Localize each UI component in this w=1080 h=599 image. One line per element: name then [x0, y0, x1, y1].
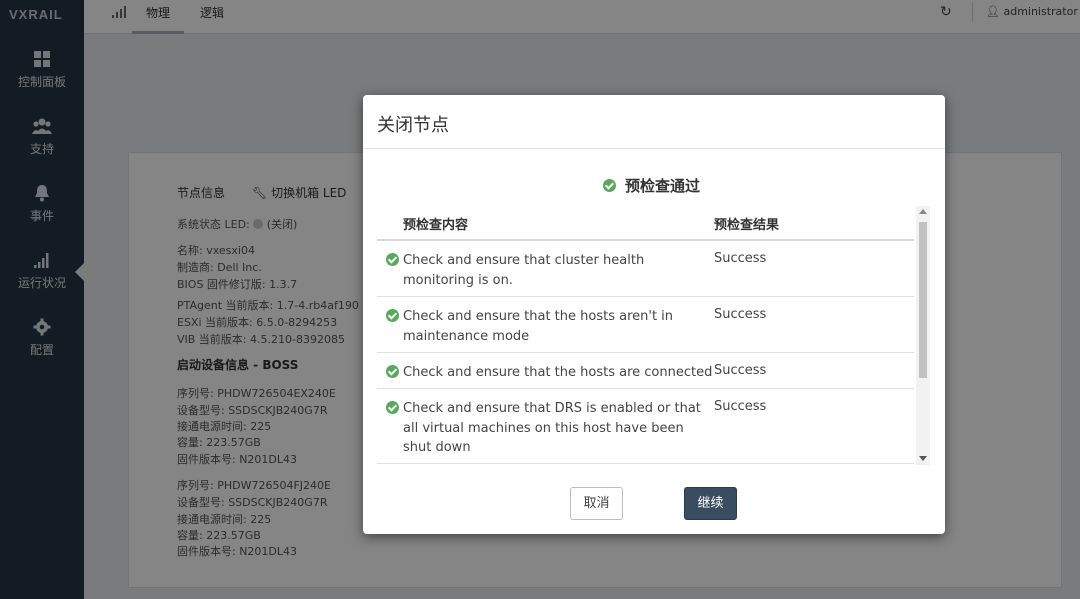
cancel-button[interactable]: 取消 — [570, 487, 623, 520]
continue-button[interactable]: 继续 — [684, 487, 737, 520]
check-circle-icon — [386, 253, 399, 266]
check-circle-icon — [603, 179, 616, 192]
check-description: Check and ensure that cluster health mon… — [403, 253, 645, 288]
table-row: Check and ensure that DRS is enabled or … — [377, 389, 914, 464]
scrollbar-thumb[interactable] — [919, 222, 927, 378]
scroll-up-arrow-icon[interactable] — [919, 209, 927, 214]
check-circle-icon — [386, 365, 399, 378]
column-header-content: 预检查内容 — [403, 218, 469, 233]
table-row: Check and ensure that cluster health mon… — [377, 241, 914, 297]
column-header-result: 预检查结果 — [714, 218, 780, 233]
check-result: Success — [714, 363, 767, 378]
check-description: Check and ensure that the hosts aren't i… — [403, 309, 674, 344]
scroll-down-arrow-icon[interactable] — [919, 456, 927, 461]
check-circle-icon — [386, 309, 399, 322]
check-description: Check and ensure that DRS is enabled or … — [403, 401, 701, 455]
check-result: Success — [714, 307, 767, 322]
check-description: Check and ensure that the hosts are conn… — [403, 365, 713, 380]
check-result: Success — [714, 251, 767, 266]
dialog-title: 关闭节点 — [377, 115, 449, 136]
precheck-table: 预检查内容 预检查结果 Check and ensure that cluste… — [377, 206, 930, 465]
shutdown-node-dialog: 关闭节点 预检查通过 预检查内容 预检查结果 Check and ensure … — [363, 95, 945, 534]
check-result: Success — [714, 399, 767, 414]
table-scrollbar[interactable] — [916, 206, 930, 465]
precheck-status: 预检查通过 — [603, 175, 700, 196]
divider — [363, 148, 945, 149]
table-row: Check and ensure that the hosts aren't i… — [377, 297, 914, 353]
table-row: Check and ensure that the hosts are conn… — [377, 353, 914, 389]
check-circle-icon — [386, 401, 399, 414]
